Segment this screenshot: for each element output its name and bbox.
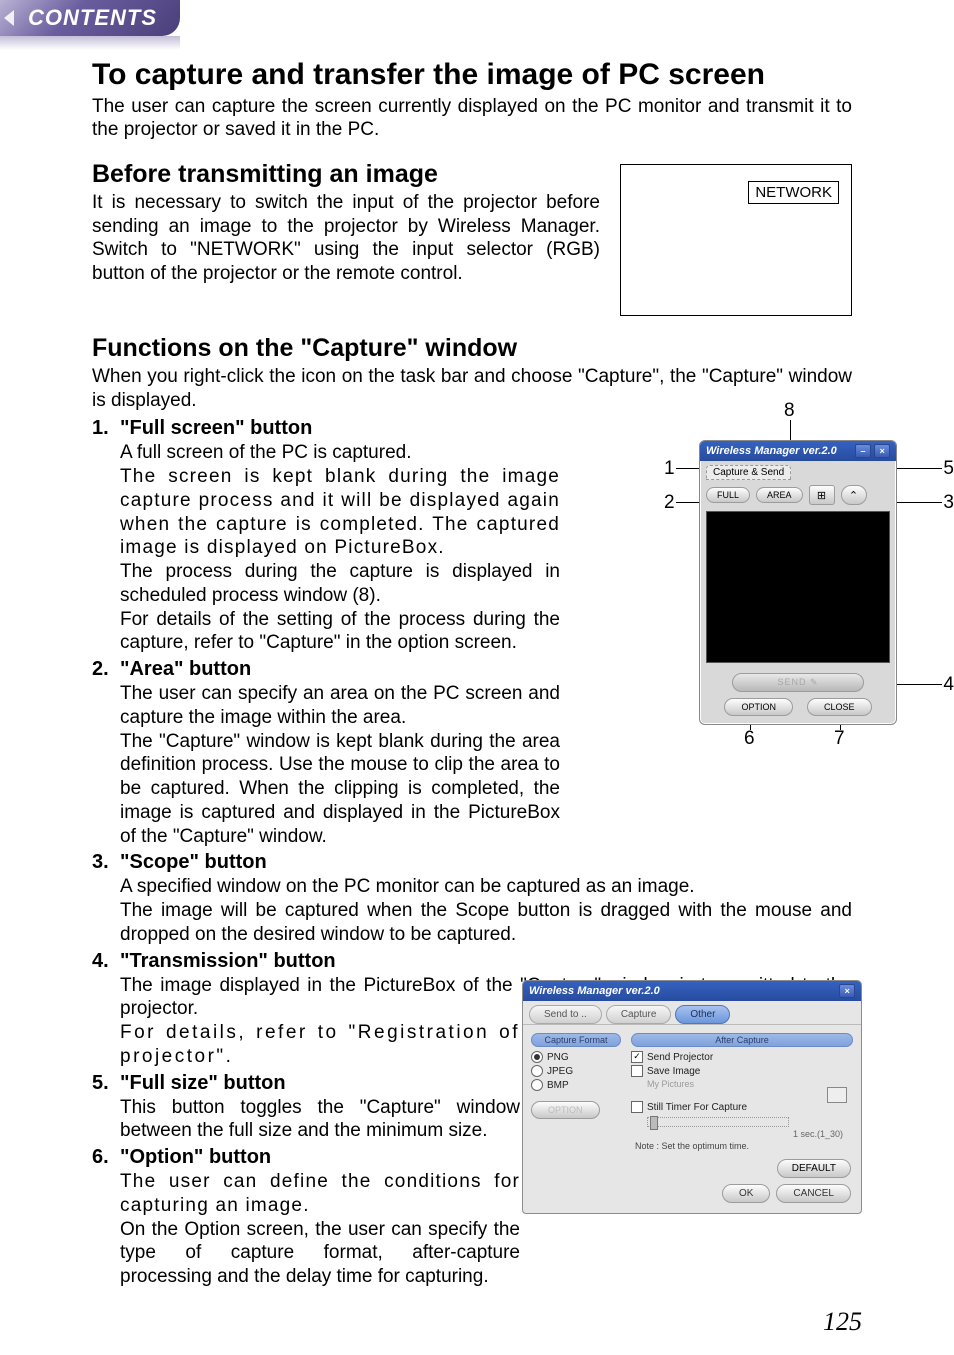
save-image-path: My Pictures <box>647 1079 853 1089</box>
ok-button[interactable]: OK <box>722 1184 770 1203</box>
after-capture-group: After Capture <box>631 1033 853 1047</box>
func-text: For details, refer to "Registration of p… <box>120 1021 520 1069</box>
callout-6: 6 <box>744 728 755 750</box>
before-text: It is necessary to switch the input of t… <box>92 191 600 286</box>
function-item-2: 2. "Area" button The user can specify an… <box>92 657 560 848</box>
func-title: "Full screen" button <box>120 416 560 441</box>
cancel-button[interactable]: CANCEL <box>776 1184 851 1203</box>
callout-4: 4 <box>943 674 954 696</box>
option-sub-button[interactable]: OPTION <box>531 1101 600 1119</box>
full-button[interactable]: FULL <box>706 487 750 503</box>
func-title: "Area" button <box>120 657 560 682</box>
page-title: To capture and transfer the image of PC … <box>92 58 852 93</box>
capture-window-figure: 8 1 2 5 3 4 6 7 Wireless Manager ver.2.0… <box>664 400 954 750</box>
capture-window-title: Wireless Manager ver.2.0 <box>706 445 837 457</box>
picture-box <box>706 511 890 663</box>
network-illustration: NETWORK <box>620 164 852 316</box>
func-text: The user can specify an area on the PC s… <box>120 682 560 730</box>
checkbox-icon <box>631 1101 643 1113</box>
func-text: This button toggles the "Capture" window… <box>120 1096 520 1144</box>
func-text: On the Option screen, the user can speci… <box>120 1218 520 1289</box>
func-text: A specified window on the PC monitor can… <box>120 875 852 899</box>
page-number: 125 <box>823 1307 862 1337</box>
callout-5: 5 <box>943 458 954 480</box>
option-window-title: Wireless Manager ver.2.0 <box>529 985 660 997</box>
timer-note: Note : Set the optimum time. <box>635 1141 853 1151</box>
radio-icon <box>531 1051 543 1063</box>
contents-label: CONTENTS <box>28 5 157 31</box>
checkbox-icon <box>631 1051 643 1063</box>
timer-slider[interactable] <box>647 1117 789 1127</box>
contents-tab[interactable]: CONTENTS <box>0 0 200 50</box>
minimize-icon[interactable]: – <box>855 444 871 458</box>
func-text: The screen is kept blank during the imag… <box>120 465 560 560</box>
radio-bmp[interactable]: BMP <box>531 1079 621 1091</box>
callout-2: 2 <box>664 492 675 514</box>
folder-icon[interactable] <box>827 1087 847 1103</box>
radio-jpeg[interactable]: JPEG <box>531 1065 621 1077</box>
fullsize-button[interactable]: ⌃ <box>841 485 867 505</box>
tab-capture[interactable]: Capture <box>606 1005 672 1024</box>
callout-8: 8 <box>784 400 795 422</box>
capture-send-tab[interactable]: Capture & Send <box>706 465 791 480</box>
scope-button[interactable]: ⊞ <box>809 485 835 505</box>
func-num: 5. <box>92 1071 120 1144</box>
checkbox-icon <box>631 1065 643 1077</box>
tab-sendto[interactable]: Send to .. <box>529 1005 602 1024</box>
func-num: 4. <box>92 949 120 1069</box>
option-window[interactable]: Wireless Manager ver.2.0 × Send to .. Ca… <box>522 980 862 1214</box>
callout-7: 7 <box>834 728 845 750</box>
timer-hint: 1 sec.(1_30) <box>631 1129 853 1139</box>
network-label: NETWORK <box>748 181 839 204</box>
functions-heading: Functions on the "Capture" window <box>92 334 852 363</box>
func-text: The "Capture" window is kept blank durin… <box>120 730 560 849</box>
radio-icon <box>531 1079 543 1091</box>
function-item-1: 1. "Full screen" button A full screen of… <box>92 416 560 655</box>
func-text: The user can define the conditions for c… <box>120 1170 520 1218</box>
area-button[interactable]: AREA <box>756 487 803 503</box>
before-heading: Before transmitting an image <box>92 160 600 189</box>
func-num: 1. <box>92 416 120 655</box>
func-text: For details of the setting of the proces… <box>120 608 560 656</box>
func-title: "Transmission" button <box>120 949 852 974</box>
func-text: A full screen of the PC is captured. <box>120 441 560 465</box>
func-num: 3. <box>92 850 120 946</box>
func-title: "Scope" button <box>120 850 852 875</box>
tab-other[interactable]: Other <box>675 1005 730 1024</box>
check-still-timer[interactable]: Still Timer For Capture <box>631 1101 853 1113</box>
option-window-titlebar[interactable]: Wireless Manager ver.2.0 × <box>523 981 861 1001</box>
func-num: 2. <box>92 657 120 848</box>
capture-format-group: Capture Format <box>531 1033 621 1047</box>
capture-window[interactable]: Wireless Manager ver.2.0 – × Capture & S… <box>699 440 897 725</box>
func-text: The image will be captured when the Scop… <box>120 899 852 947</box>
default-button[interactable]: DEFAULT <box>777 1159 851 1178</box>
close-icon[interactable]: × <box>874 444 890 458</box>
func-num: 6. <box>92 1145 120 1289</box>
radio-png[interactable]: PNG <box>531 1051 621 1063</box>
callout-1: 1 <box>664 458 675 480</box>
callout-3: 3 <box>943 492 954 514</box>
close-icon[interactable]: × <box>839 984 855 998</box>
radio-icon <box>531 1065 543 1077</box>
func-text: The process during the capture is displa… <box>120 560 560 608</box>
check-send-projector[interactable]: Send Projector <box>631 1051 853 1063</box>
send-button[interactable]: SEND ✎ <box>732 673 863 692</box>
check-save-image[interactable]: Save Image <box>631 1065 853 1077</box>
intro-text: The user can capture the screen currentl… <box>92 95 852 143</box>
function-item-3: 3. "Scope" button A specified window on … <box>92 850 852 946</box>
close-button[interactable]: CLOSE <box>807 698 872 716</box>
capture-window-titlebar[interactable]: Wireless Manager ver.2.0 – × <box>700 441 896 461</box>
option-button[interactable]: OPTION <box>724 698 793 716</box>
